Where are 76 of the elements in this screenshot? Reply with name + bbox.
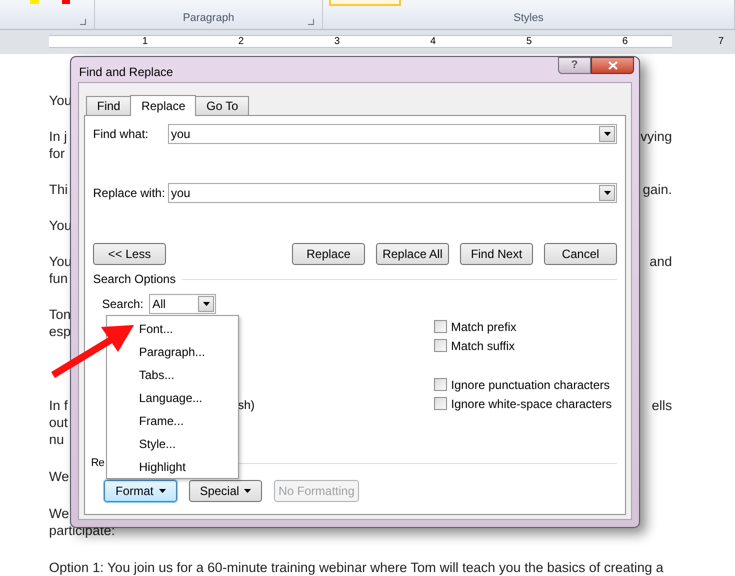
- document-text: participate:: [49, 522, 116, 540]
- close-icon: [608, 61, 618, 70]
- ruler-number: 5: [526, 36, 532, 46]
- option-label: Match suffix: [451, 338, 515, 354]
- option-button[interactable]: Format: [104, 480, 177, 502]
- tab[interactable]: Go To: [195, 96, 250, 115]
- document-text: Thi: [49, 181, 68, 200]
- less-button[interactable]: << Less: [93, 243, 166, 265]
- field-label: Find what:: [93, 126, 150, 143]
- document-text: We: [49, 468, 70, 486]
- menu-item[interactable]: Tabs...: [139, 364, 174, 387]
- document-text: esp: [49, 323, 71, 342]
- document-text: for: [49, 145, 65, 164]
- checkbox[interactable]: [434, 397, 447, 410]
- ruler-number: 6: [622, 36, 628, 46]
- document-text: vying: [640, 128, 672, 146]
- close-button[interactable]: [591, 57, 634, 74]
- dropdown-button[interactable]: [599, 126, 615, 142]
- ribbon-group-label: Paragraph: [182, 10, 234, 26]
- caret-icon: [244, 488, 252, 492]
- checkbox[interactable]: [434, 320, 447, 333]
- color-swatch[interactable]: [30, 0, 39, 4]
- document-text: In j: [49, 128, 68, 146]
- combo-field[interactable]: you: [168, 183, 617, 203]
- menu-item[interactable]: Frame...: [139, 409, 184, 432]
- ruler-number: 7: [718, 36, 724, 46]
- document-text: We: [49, 505, 70, 524]
- document-text: Ton: [49, 306, 71, 324]
- document-text: ells: [652, 397, 672, 416]
- caret-icon: [604, 132, 610, 136]
- document-text: Option 1: You join us for a 60-minute training webinar where Tom will teach you the basics of creating a: [49, 559, 664, 576]
- document-text: out: [49, 414, 68, 432]
- color-swatch[interactable]: [62, 0, 70, 4]
- dialog-launcher-icon[interactable]: [308, 19, 314, 25]
- group-heading: Re: [91, 456, 104, 471]
- ruler-number: 4: [430, 36, 436, 46]
- option-label: Ignore white-space characters: [451, 396, 612, 412]
- dropdown-button[interactable]: [198, 296, 214, 312]
- combo-field[interactable]: you: [168, 124, 617, 144]
- action-button[interactable]: Replace: [292, 243, 365, 265]
- tab[interactable]: Find: [86, 96, 132, 115]
- ribbon-group-label: Styles: [514, 10, 544, 26]
- help-button[interactable]: ?: [558, 57, 591, 74]
- document-text: fun: [49, 270, 68, 288]
- checkbox[interactable]: [434, 378, 447, 391]
- menu-item[interactable]: Highlight: [139, 455, 186, 478]
- dialog-launcher-icon[interactable]: [80, 19, 86, 25]
- option-label: sh): [238, 398, 255, 412]
- caret-icon: [158, 488, 166, 492]
- option-label: Match prefix: [451, 318, 516, 336]
- menu-item[interactable]: Language...: [139, 386, 202, 410]
- ruler-number: 3: [334, 36, 340, 46]
- menu-item[interactable]: Font...: [139, 318, 174, 341]
- action-button[interactable]: Cancel: [544, 243, 617, 265]
- menu-item[interactable]: Style...: [139, 432, 176, 456]
- checkbox[interactable]: [434, 339, 447, 352]
- action-button[interactable]: Find Next: [460, 243, 533, 265]
- ruler-number: 1: [142, 36, 148, 46]
- menu-item[interactable]: Paragraph...: [139, 340, 206, 364]
- document-text: In f: [49, 397, 68, 416]
- dropdown-button[interactable]: [599, 185, 615, 201]
- document-text: and: [649, 253, 672, 272]
- caret-icon: [604, 191, 610, 195]
- group-heading: Search Options: [93, 271, 176, 288]
- document-text: gain.: [642, 181, 672, 200]
- document-text: nu: [49, 431, 64, 450]
- search-label: Search:: [102, 296, 144, 313]
- tab[interactable]: Replace: [130, 95, 196, 116]
- caret-icon: [202, 302, 210, 306]
- search-select[interactable]: All: [149, 294, 216, 314]
- option-button[interactable]: Special: [189, 480, 262, 502]
- window-title: Find and Replace: [79, 64, 174, 81]
- ruler-number: 2: [238, 36, 244, 46]
- field-label: Replace with:: [93, 185, 166, 202]
- action-button[interactable]: Replace All: [376, 243, 449, 265]
- option-label: Ignore punctuation characters: [451, 376, 610, 394]
